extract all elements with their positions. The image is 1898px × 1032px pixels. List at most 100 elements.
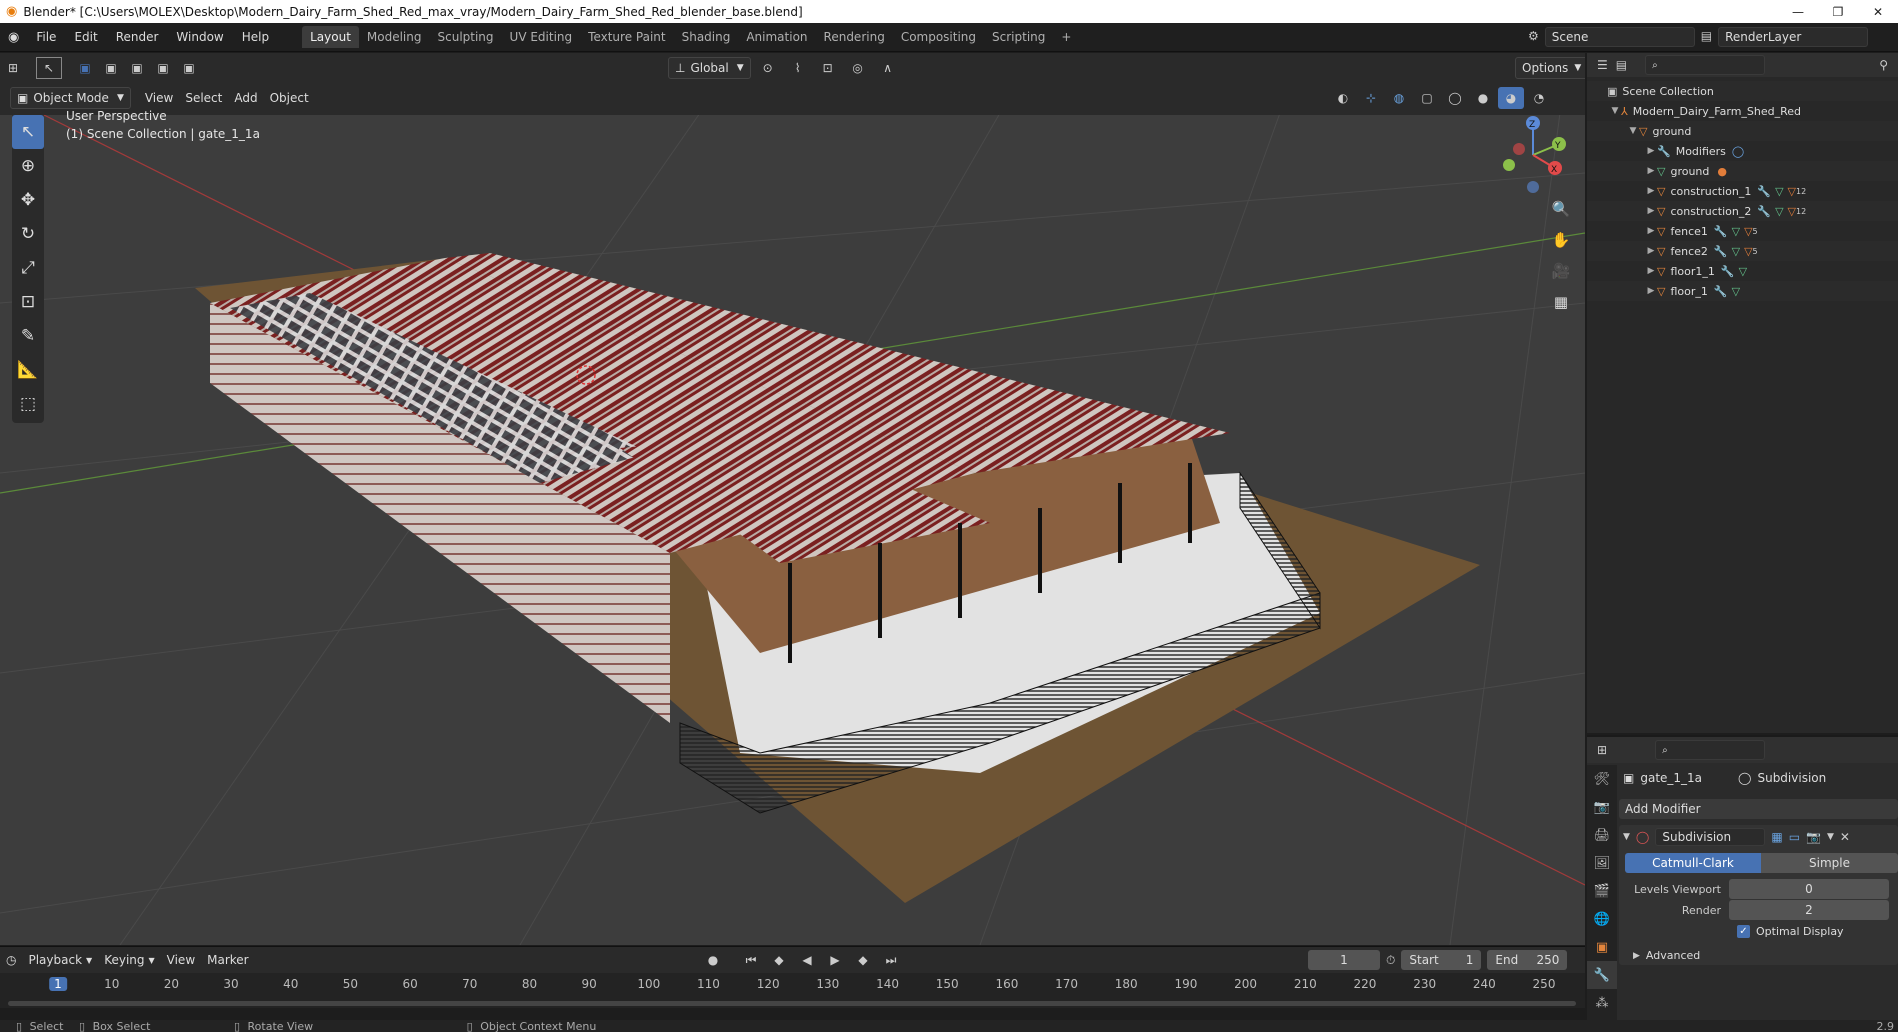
editor-type-icon[interactable]: ⊞: [0, 57, 26, 79]
prev-keyframe-icon[interactable]: ◆: [766, 949, 792, 971]
close-button[interactable]: ✕: [1858, 0, 1898, 23]
outliner-editor-icon[interactable]: ☰: [1597, 58, 1608, 72]
outliner-row-ground-mesh[interactable]: ▶ ▽ ground ●: [1587, 161, 1898, 181]
timeline-menu-view[interactable]: View: [161, 949, 201, 971]
start-frame-field[interactable]: Start 1: [1401, 950, 1482, 970]
modifier-tab-icon[interactable]: 🔧: [1587, 961, 1617, 989]
play-icon[interactable]: ▶: [822, 949, 848, 971]
expand-arrow-icon[interactable]: ▶: [1645, 226, 1657, 236]
timeline-scrollbar[interactable]: [8, 1001, 1576, 1006]
gizmo-toggle-icon[interactable]: ⊹: [1358, 87, 1384, 109]
outliner-row-ground-parent[interactable]: ▼ ▽ ground: [1587, 121, 1898, 141]
outliner-row-modifiers[interactable]: ▶ 🔧 Modifiers ◯: [1587, 141, 1898, 161]
measure-tool-icon[interactable]: 📐: [12, 353, 44, 387]
end-frame-field[interactable]: End 250: [1487, 950, 1568, 970]
maximize-button[interactable]: ❐: [1818, 0, 1858, 23]
add-modifier-button[interactable]: Add Modifier: [1619, 799, 1898, 819]
select-tool-icon[interactable]: ↖: [36, 57, 62, 79]
scale-tool-icon[interactable]: ⤢: [12, 251, 44, 285]
blender-menu-icon[interactable]: ◉: [0, 30, 27, 45]
jump-start-icon[interactable]: ⏮: [738, 949, 764, 971]
camera-view-icon[interactable]: 🎥: [1546, 255, 1576, 286]
viewport-menu-add[interactable]: Add: [228, 87, 263, 109]
world-tab-icon[interactable]: 🌐: [1587, 905, 1617, 933]
menu-help[interactable]: Help: [233, 23, 278, 51]
menu-window[interactable]: Window: [167, 23, 232, 51]
render-toggle-icon[interactable]: 📷: [1806, 830, 1821, 844]
menu-edit[interactable]: Edit: [65, 23, 106, 51]
edit-mode-toggle-icon[interactable]: ▦: [1771, 830, 1782, 844]
navigation-gizmo[interactable]: Z Y X: [1495, 115, 1575, 195]
object-mode-dropdown[interactable]: ▣ Object Mode ▼: [10, 87, 131, 109]
transform-tool-icon[interactable]: ⊡: [12, 285, 44, 319]
tab-shading[interactable]: Shading: [674, 26, 739, 48]
collapse-arrow-icon[interactable]: ▼: [1623, 832, 1630, 842]
delete-modifier-icon[interactable]: ✕: [1840, 830, 1850, 844]
timeline-menu-playback[interactable]: Playback ▼: [22, 949, 98, 971]
visibility-icon[interactable]: ◐: [1330, 87, 1356, 109]
rotate-tool-icon[interactable]: ↻: [12, 217, 44, 251]
tab-scripting[interactable]: Scripting: [984, 26, 1053, 48]
add-workspace-icon[interactable]: +: [1053, 26, 1079, 48]
optimal-display-checkbox[interactable]: ✓: [1737, 925, 1750, 938]
viewport-menu-select[interactable]: Select: [179, 87, 228, 109]
viewport-menu-object[interactable]: Object: [264, 87, 315, 109]
select-mode-invert-icon[interactable]: ▣: [150, 57, 176, 79]
expand-arrow-icon[interactable]: ▶: [1645, 206, 1657, 216]
expand-arrow-icon[interactable]: ▶: [1645, 186, 1657, 196]
options-dropdown[interactable]: Options ▼: [1515, 57, 1585, 79]
timeline-ruler[interactable]: 1 10 20 30 40 50 60 70 80 90 100 110 120 130 140 150 160…: [0, 973, 1585, 997]
select-mode-subtract-icon[interactable]: ▣: [124, 57, 150, 79]
stopwatch-icon[interactable]: ⏱: [1386, 953, 1395, 968]
scene-icon[interactable]: ⚙: [1528, 27, 1539, 47]
expand-arrow-icon[interactable]: ▼: [1627, 126, 1639, 136]
view-layer-tab-icon[interactable]: 🖼: [1587, 849, 1617, 877]
outliner-row-construction-2[interactable]: ▶ ▽ construction_2 🔧 ▽ ▽ 12: [1587, 201, 1898, 221]
select-mode-extend-icon[interactable]: ▣: [98, 57, 124, 79]
minimize-button[interactable]: —: [1778, 0, 1818, 23]
particles-tab-icon[interactable]: ⁂: [1587, 989, 1617, 1017]
levels-viewport-field[interactable]: 0: [1729, 879, 1889, 899]
tab-texture-paint[interactable]: Texture Paint: [580, 26, 673, 48]
outliner-row-floor-1[interactable]: ▶ ▽ floor_1 🔧 ▽: [1587, 281, 1898, 301]
playhead-frame-indicator[interactable]: 1: [49, 977, 67, 991]
catmull-clark-button[interactable]: Catmull-Clark: [1625, 853, 1761, 873]
menu-render[interactable]: Render: [107, 23, 168, 51]
render-layer-icon[interactable]: ▤: [1701, 27, 1712, 47]
tool-tab-icon[interactable]: 🛠: [1587, 765, 1617, 793]
expand-arrow-icon[interactable]: ▶: [1645, 146, 1657, 156]
timeline-menu-marker[interactable]: Marker: [201, 949, 254, 971]
properties-editor-icon[interactable]: ⊞: [1597, 743, 1607, 757]
tab-uv-editing[interactable]: UV Editing: [502, 26, 581, 48]
expand-arrow-icon[interactable]: ▶: [1645, 246, 1657, 256]
viewport-menu-view[interactable]: View: [139, 87, 179, 109]
tab-rendering[interactable]: Rendering: [816, 26, 893, 48]
render-levels-field[interactable]: 2: [1729, 900, 1889, 920]
output-tab-icon[interactable]: 🖨: [1587, 821, 1617, 849]
viewport-toggle-icon[interactable]: ▭: [1789, 830, 1800, 844]
simple-button[interactable]: Simple: [1761, 853, 1898, 873]
select-box-tool-icon[interactable]: ↖: [12, 115, 44, 149]
xray-toggle-icon[interactable]: ▢: [1414, 87, 1440, 109]
snap-icon[interactable]: ⌇: [785, 57, 811, 79]
next-keyframe-icon[interactable]: ◆: [850, 949, 876, 971]
pan-hand-icon[interactable]: ✋: [1546, 224, 1576, 255]
display-mode-icon[interactable]: ▤: [1616, 58, 1627, 72]
outliner-row-fence2[interactable]: ▶ ▽ fence2 🔧 ▽ ▽ 5: [1587, 241, 1898, 261]
shading-rendered-icon[interactable]: ◔: [1526, 87, 1552, 109]
menu-file[interactable]: File: [27, 23, 65, 51]
filter-icon[interactable]: ⚲: [1879, 58, 1888, 72]
scene-field[interactable]: Scene: [1544, 27, 1695, 47]
tab-modeling[interactable]: Modeling: [359, 26, 430, 48]
outliner-row-scene-collection[interactable]: ▣ Scene Collection: [1587, 81, 1898, 101]
expand-arrow-icon[interactable]: ▶: [1645, 286, 1657, 296]
select-mode-intersect-icon[interactable]: ▣: [176, 57, 202, 79]
timeline-editor-icon[interactable]: ◷: [0, 949, 22, 971]
add-cube-tool-icon[interactable]: ⬚: [12, 387, 44, 421]
outliner-row-floor1-1[interactable]: ▶ ▽ floor1_1 🔧 ▽: [1587, 261, 1898, 281]
modifier-name-field[interactable]: Subdivision: [1655, 828, 1766, 846]
tab-animation[interactable]: Animation: [738, 26, 815, 48]
pivot-point-icon[interactable]: ⊙: [755, 57, 781, 79]
jump-end-icon[interactable]: ⏭: [878, 949, 904, 971]
record-icon[interactable]: ●: [700, 949, 726, 971]
